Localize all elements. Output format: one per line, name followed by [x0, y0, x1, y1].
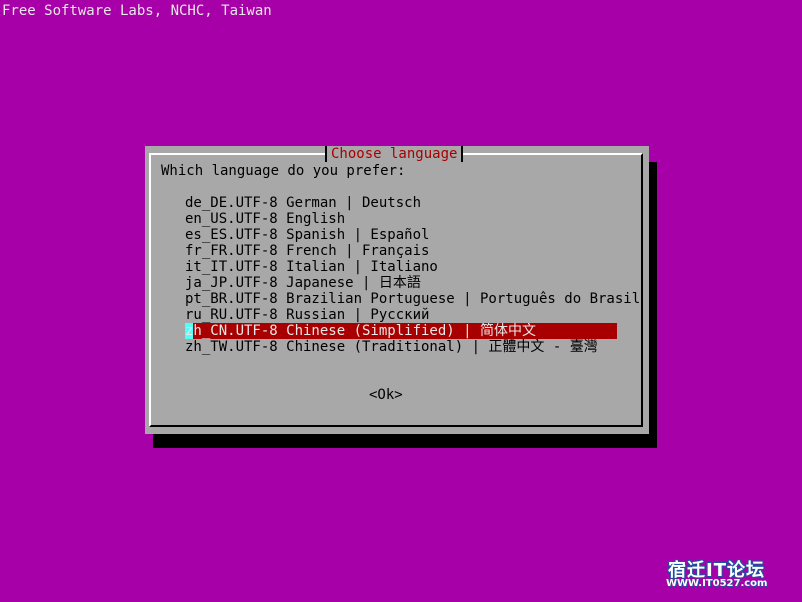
backtitle: Free Software Labs, NCHC, Taiwan [2, 3, 272, 19]
language-option-label: ru_RU.UTF-8 Russian | Русский [185, 307, 430, 323]
language-option-label: de_DE.UTF-8 German | Deutsch [185, 195, 422, 211]
language-option-pt-br[interactable]: pt_BR.UTF-8 Brazilian Portuguese | Portu… [185, 291, 640, 307]
language-option-label: en_US.UTF-8 English [185, 211, 346, 227]
language-option-en-us[interactable]: en_US.UTF-8 English [185, 211, 617, 227]
language-option-it-it[interactable]: it_IT.UTF-8 Italian | Italiano [185, 259, 617, 275]
language-option-label: zh_TW.UTF-8 Chinese (Traditional) | 正體中文… [185, 339, 598, 355]
language-option-de-de[interactable]: de_DE.UTF-8 German | Deutsch [185, 195, 617, 211]
language-option-fr-fr[interactable]: fr_FR.UTF-8 French | Français [185, 243, 617, 259]
watermark-url: WWW.IT0527.com [666, 578, 768, 589]
language-option-label: es_ES.UTF-8 Spanish | Español [185, 227, 430, 243]
language-option-es-es[interactable]: es_ES.UTF-8 Spanish | Español [185, 227, 617, 243]
language-option-label: fr_FR.UTF-8 French | Français [185, 243, 430, 259]
language-option-label: zh_CN.UTF-8 Chinese (Simplified) | 简体中文 [185, 323, 537, 339]
language-option-ru-ru[interactable]: ru_RU.UTF-8 Russian | Русский [185, 307, 617, 323]
language-option-zh-tw[interactable]: zh_TW.UTF-8 Chinese (Traditional) | 正體中文… [185, 339, 617, 355]
language-option-label: ja_JP.UTF-8 Japanese | 日本語 [185, 275, 421, 291]
ok-button[interactable]: <Ok> [369, 387, 403, 403]
language-dialog: Choose language Which language do you pr… [145, 146, 649, 434]
language-list: de_DE.UTF-8 German | Deutsch en_US.UTF-8… [185, 195, 640, 355]
language-option-ja-jp[interactable]: ja_JP.UTF-8 Japanese | 日本語 [185, 275, 617, 291]
dialog-title: Choose language [325, 146, 464, 162]
language-option-label: it_IT.UTF-8 Italian | Italiano [185, 259, 438, 275]
language-option-label: pt_BR.UTF-8 Brazilian Portuguese | Portu… [185, 291, 641, 307]
watermark-logo: 宿迁IT论坛 WWW.IT0527.com [664, 556, 800, 592]
dialog-prompt: Which language do you prefer: [161, 163, 406, 179]
language-option-zh-cn[interactable]: zh_CN.UTF-8 Chinese (Simplified) | 简体中文 [185, 323, 617, 339]
